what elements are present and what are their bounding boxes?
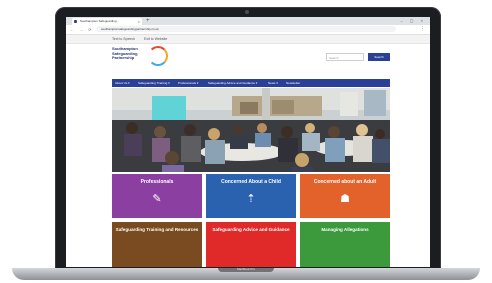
child-icon: ⇡: [246, 193, 256, 205]
browser-menu-icon[interactable]: ⋮: [420, 25, 425, 34]
navigation-icons[interactable]: ← → ⟳: [70, 25, 94, 34]
tile-label: Managing Allegations: [321, 227, 369, 232]
new-tab-button[interactable]: +: [146, 17, 150, 25]
search-button[interactable]: Search: [368, 53, 390, 61]
tab-title: Southampton Safeguarding...: [80, 19, 120, 23]
tile-label: Concerned about an Adult: [313, 179, 377, 185]
exit-website-link[interactable]: Exit to Website: [144, 35, 167, 43]
nav-item-advice[interactable]: Safeguarding Advice and Guidance ▾: [208, 79, 257, 87]
text-to-speech-link[interactable]: Text to Speech: [112, 35, 135, 43]
tile-label: Safeguarding Training and Resources: [115, 227, 199, 232]
tile-label: Concerned About a Child: [221, 179, 281, 185]
nav-item-newsletter[interactable]: Newsletter: [286, 79, 300, 87]
quick-link-tiles: Professionals ✎ Concerned About a Child …: [112, 174, 390, 267]
site-logo[interactable]: Southampton Safeguarding Partnership: [112, 46, 168, 73]
laptop-screen: Southampton Safeguarding... × + – ▢ × ← …: [66, 17, 430, 267]
nav-item-news[interactable]: News ▾: [268, 79, 278, 87]
nav-item-about[interactable]: About Us ▾: [115, 79, 130, 87]
search-input[interactable]: Search: [326, 53, 364, 61]
logo-swirl-icon: [148, 46, 168, 66]
tile-professionals[interactable]: Professionals ✎: [112, 174, 202, 218]
tile-label: Professionals: [140, 179, 174, 185]
tile-managing-allegations[interactable]: Managing Allegations: [300, 222, 390, 267]
device-label: MacBook Pro: [236, 267, 255, 271]
nav-item-training[interactable]: Safeguarding Training ▾: [138, 79, 170, 87]
laptop-base: MacBook Pro: [12, 267, 480, 280]
tile-concerned-adult[interactable]: Concerned about an Adult ☗: [300, 174, 390, 218]
browser-tab[interactable]: Southampton Safeguarding... ×: [72, 18, 142, 25]
nav-item-professionals[interactable]: Professionals ▾: [178, 79, 198, 87]
browser-address-bar: ← → ⟳ southamptonsafeguardingpartnership…: [66, 25, 430, 35]
laptop-lid: Southampton Safeguarding... × + – ▢ × ← …: [55, 7, 441, 270]
url-field[interactable]: southamptonsafeguardingpartnership.co.uk: [96, 26, 396, 32]
close-icon[interactable]: ×: [138, 18, 140, 25]
adult-icon: ☗: [340, 193, 350, 205]
website: Text to Speech Exit to Website Southampt…: [66, 35, 430, 267]
window-controls[interactable]: – ▢ ×: [400, 17, 426, 25]
tile-label: Safeguarding Advice and Guidance: [212, 227, 290, 232]
utility-strip: Text to Speech Exit to Website: [66, 35, 430, 44]
tile-training-resources[interactable]: Safeguarding Training and Resources: [112, 222, 202, 267]
hero-image: [112, 88, 390, 172]
tile-advice-guidance[interactable]: Safeguarding Advice and Guidance: [206, 222, 296, 267]
browser-tab-bar: Southampton Safeguarding... × + – ▢ ×: [66, 17, 430, 25]
tile-concerned-child[interactable]: Concerned About a Child ⇡: [206, 174, 296, 218]
camera-icon: [245, 10, 249, 14]
pencil-icon: ✎: [152, 193, 162, 205]
favicon-icon: [74, 20, 77, 23]
main-nav: About Us ▾ Safeguarding Training ▾ Profe…: [112, 79, 390, 87]
